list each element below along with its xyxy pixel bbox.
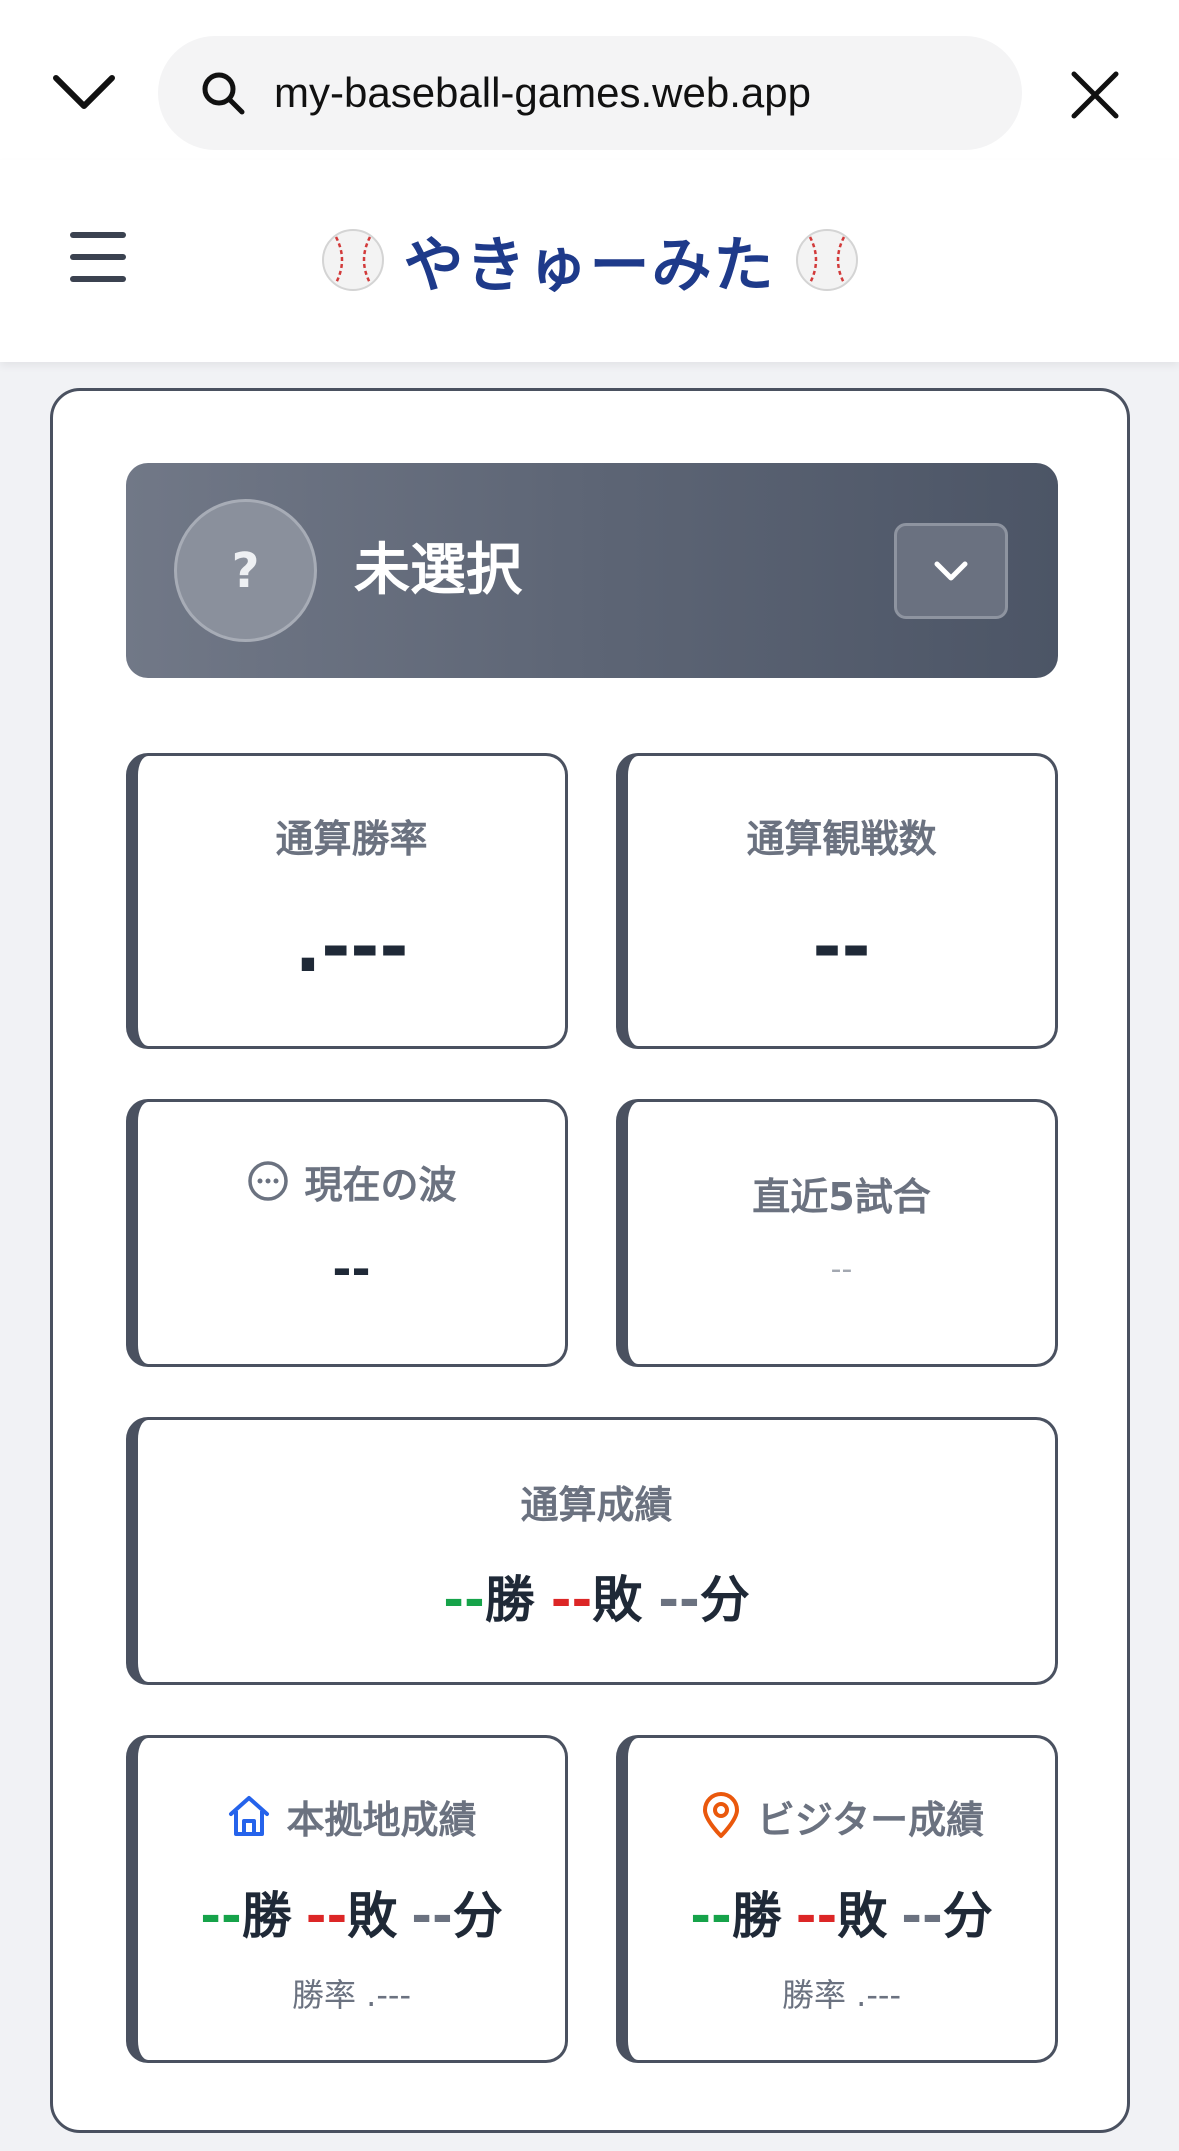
home-win-rate: 勝率 .--- [292, 1976, 411, 2014]
overall-wins: -- [443, 1571, 485, 1629]
current-streak-label: 現在の波 [304, 1162, 457, 1207]
overall-draws: -- [658, 1571, 700, 1629]
home-record-value: -- 勝 -- 敗 -- 分 [138, 1876, 565, 1948]
home-wins: -- [200, 1887, 242, 1945]
win-rate-value: .--- [294, 906, 409, 988]
chevron-down-icon[interactable] [50, 68, 118, 118]
visitor-draws-unit: 分 [942, 1887, 993, 1945]
app-header: やきゅーみた [0, 160, 1179, 362]
visitor-record-label-row: ビジター成績 [628, 1790, 1055, 1842]
team-name: 未選択 [354, 538, 522, 603]
baseball-icon [321, 229, 384, 291]
overall-record-label: 通算成績 [520, 1483, 673, 1527]
last5-box: 直近5試合 -- [616, 1099, 1058, 1367]
last5-value: -- [830, 1252, 853, 1287]
overall-record-box: 通算成績 -- 勝 -- 敗 -- 分 [126, 1417, 1058, 1685]
home-record-label: 本拠地成績 [286, 1797, 477, 1842]
home-wins-unit: 勝 [241, 1887, 292, 1945]
last5-label: 直近5試合 [752, 1175, 931, 1219]
home-icon [229, 1796, 270, 1836]
visitor-draws: -- [901, 1887, 943, 1945]
home-record-box: 本拠地成績 -- 勝 -- 敗 -- 分 勝率 .--- [126, 1735, 568, 2063]
home-draws-unit: 分 [452, 1887, 503, 1945]
home-record-label-row: 本拠地成績 [138, 1790, 565, 1842]
visitor-record-label: ビジター成績 [756, 1797, 985, 1842]
map-pin-icon [702, 1792, 739, 1838]
overall-losses-unit: 敗 [592, 1571, 643, 1629]
brand: やきゅーみた [0, 220, 1179, 301]
home-losses: -- [305, 1887, 348, 1945]
team-selector[interactable]: ? 未選択 [126, 463, 1058, 678]
home-draws: -- [411, 1887, 453, 1945]
app-title: やきゅーみた [403, 230, 776, 301]
visitor-losses: -- [795, 1887, 838, 1945]
visitor-record-box: ビジター成績 -- 勝 -- 敗 -- 分 勝率 .--- [616, 1735, 1058, 2063]
visitor-wins: -- [690, 1887, 732, 1945]
current-streak-value: -- [332, 1242, 371, 1296]
games-watched-box: 通算観戦数 -- [616, 753, 1058, 1049]
address-bar[interactable]: my-baseball-games.web.app [158, 36, 1022, 150]
chevron-down-icon [934, 561, 968, 581]
visitor-record-value: -- 勝 -- 敗 -- 分 [628, 1876, 1055, 1948]
win-rate-box: 通算勝率 .--- [126, 753, 568, 1049]
win-rate-label: 通算勝率 [275, 817, 428, 861]
visitor-win-rate: 勝率 .--- [782, 1976, 901, 2014]
close-icon[interactable] [1068, 68, 1122, 122]
team-avatar: ? [174, 499, 317, 642]
ellipsis-circle-icon [248, 1161, 289, 1201]
overall-draws-unit: 分 [699, 1571, 750, 1629]
overall-losses: -- [550, 1571, 593, 1629]
current-streak-label-row: 現在の波 [138, 1156, 565, 1207]
visitor-losses-unit: 敗 [837, 1887, 888, 1945]
overall-wins-unit: 勝 [484, 1571, 535, 1629]
stats-card: ? 未選択 通算勝率 .--- 通算観戦数 -- 現在の波 -- 直近5試合 -… [50, 388, 1130, 2133]
current-streak-box: 現在の波 -- [126, 1099, 568, 1367]
team-dropdown-button[interactable] [894, 523, 1008, 619]
search-icon [202, 72, 245, 115]
address-url: my-baseball-games.web.app [274, 69, 811, 116]
baseball-icon [795, 229, 858, 291]
games-watched-label: 通算観戦数 [746, 817, 937, 861]
visitor-wins-unit: 勝 [731, 1887, 782, 1945]
games-watched-value: -- [812, 906, 871, 988]
browser-bar: my-baseball-games.web.app [0, 0, 1179, 160]
home-losses-unit: 敗 [347, 1887, 398, 1945]
overall-record-value: -- 勝 -- 敗 -- 分 [138, 1560, 1055, 1632]
